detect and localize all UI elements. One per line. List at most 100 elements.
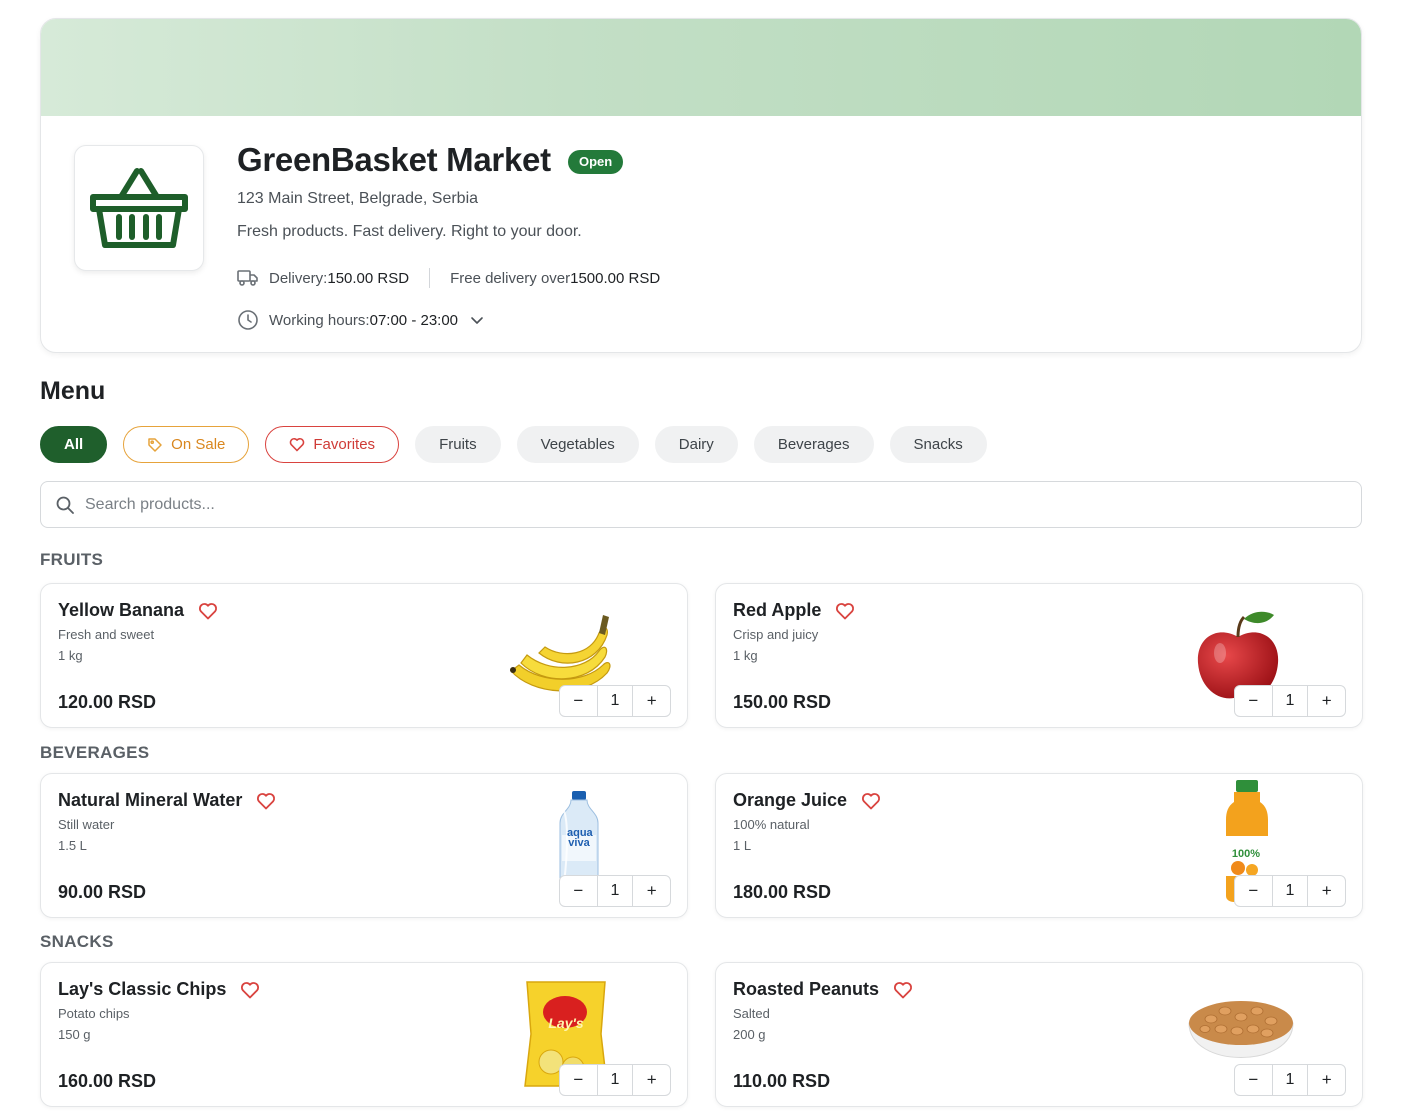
filter-snacks[interactable]: Snacks bbox=[889, 426, 987, 463]
product-card[interactable]: Yellow Banana Fresh and sweet 1 kg 120.0… bbox=[40, 583, 688, 728]
heart-outline-icon[interactable] bbox=[835, 602, 855, 620]
product-card[interactable]: Lay's Classic Chips Potato chips 150 g 1… bbox=[40, 962, 688, 1107]
filter-dairy[interactable]: Dairy bbox=[654, 426, 738, 463]
product-description: Salted bbox=[733, 1006, 770, 1021]
product-card[interactable]: Red Apple Crisp and juicy 1 kg 150.00 RS… bbox=[715, 583, 1363, 728]
decrement-button[interactable]: − bbox=[1235, 1065, 1272, 1095]
product-price: 160.00 RSD bbox=[58, 1071, 157, 1091]
filter-label: Fruits bbox=[439, 436, 477, 453]
product-card[interactable]: Roasted Peanuts Salted 200 g 110.00 RSD bbox=[715, 962, 1363, 1107]
increment-button[interactable]: + bbox=[633, 686, 670, 716]
product-description: Fresh and sweet bbox=[58, 627, 155, 642]
divider bbox=[429, 268, 431, 288]
quantity-value: 1 bbox=[596, 876, 634, 906]
delivery-info: Delivery: 150.00 RSD Free delivery over … bbox=[237, 268, 660, 288]
decrement-button[interactable]: − bbox=[560, 876, 597, 906]
product-quantity: 150 g bbox=[58, 1027, 91, 1042]
store-address: 123 Main Street, Belgrade, Serbia bbox=[237, 190, 479, 207]
filter-label: Beverages bbox=[777, 436, 850, 453]
tag-icon bbox=[147, 437, 163, 453]
quantity-stepper: − 1 + bbox=[559, 1064, 671, 1096]
quantity-value: 1 bbox=[1271, 1065, 1309, 1095]
free-delivery-threshold: 1500.00 RSD bbox=[570, 269, 661, 287]
product-name: Yellow Banana bbox=[58, 600, 185, 620]
product-name-row: Yellow Banana bbox=[58, 600, 218, 621]
product-description: Potato chips bbox=[58, 1006, 130, 1021]
increment-button[interactable]: + bbox=[1308, 1065, 1345, 1095]
product-name-row: Orange Juice bbox=[733, 790, 881, 811]
quantity-stepper: − 1 + bbox=[1234, 1064, 1346, 1096]
increment-button[interactable]: + bbox=[1308, 686, 1345, 716]
product-price: 180.00 RSD bbox=[733, 882, 832, 902]
product-description: 100% natural bbox=[733, 817, 810, 832]
clock-icon bbox=[237, 309, 259, 331]
search-icon bbox=[55, 495, 75, 515]
filter-label: Favorites bbox=[313, 436, 376, 453]
delivery-fee: 150.00 RSD bbox=[327, 269, 410, 287]
product-quantity: 200 g bbox=[733, 1027, 766, 1042]
decrement-button[interactable]: − bbox=[1235, 876, 1272, 906]
chevron-down-icon[interactable] bbox=[470, 315, 484, 325]
search-bar bbox=[40, 481, 1362, 528]
product-price: 110.00 RSD bbox=[733, 1071, 831, 1091]
quantity-value: 1 bbox=[1271, 876, 1309, 906]
increment-button[interactable]: + bbox=[633, 1065, 670, 1095]
filter-beverages[interactable]: Beverages bbox=[753, 426, 874, 463]
increment-button[interactable]: + bbox=[1308, 876, 1345, 906]
free-delivery-label: Free delivery over bbox=[450, 269, 571, 287]
filter-on-sale[interactable]: On Sale bbox=[123, 426, 250, 463]
filter-all[interactable]: All bbox=[40, 426, 108, 463]
working-hours[interactable]: Working hours: 07:00 - 23:00 bbox=[237, 309, 484, 331]
quantity-stepper: − 1 + bbox=[1234, 875, 1346, 907]
product-price: 150.00 RSD bbox=[733, 692, 832, 712]
filter-favorites[interactable]: Favorites bbox=[265, 426, 400, 463]
bottle-label: aqua viva bbox=[567, 827, 593, 849]
product-name: Red Apple bbox=[733, 600, 822, 620]
heart-outline-icon[interactable] bbox=[240, 981, 260, 999]
hours-value: 07:00 - 23:00 bbox=[369, 311, 459, 329]
filter-label: On Sale bbox=[171, 436, 226, 453]
product-name-row: Roasted Peanuts bbox=[733, 979, 913, 1000]
decrement-button[interactable]: − bbox=[1235, 686, 1272, 716]
product-name: Orange Juice bbox=[733, 790, 848, 810]
filter-label: Snacks bbox=[913, 436, 963, 453]
heart-icon bbox=[289, 437, 305, 452]
product-description: Crisp and juicy bbox=[733, 627, 819, 642]
decrement-button[interactable]: − bbox=[560, 686, 597, 716]
quantity-stepper: − 1 + bbox=[559, 875, 671, 907]
product-description: Still water bbox=[58, 817, 115, 832]
decrement-button[interactable]: − bbox=[560, 1065, 597, 1095]
product-card[interactable]: Orange Juice 100% natural 1 L 180.00 RSD… bbox=[715, 773, 1363, 918]
product-name-row: Red Apple bbox=[733, 600, 855, 621]
product-card[interactable]: Natural Mineral Water Still water 1.5 L … bbox=[40, 773, 688, 918]
bottle-label: 100% bbox=[1231, 848, 1261, 860]
filter-vegetables[interactable]: Vegetables bbox=[516, 426, 639, 463]
product-quantity: 1 kg bbox=[733, 648, 758, 663]
chips-brand-label: Lay's bbox=[548, 1015, 584, 1031]
filter-fruits[interactable]: Fruits bbox=[415, 426, 501, 463]
heart-outline-icon[interactable] bbox=[256, 792, 276, 810]
filter-label: Vegetables bbox=[540, 436, 615, 453]
truck-icon bbox=[237, 269, 259, 287]
store-tagline: Fresh products. Fast delivery. Right to … bbox=[237, 223, 582, 240]
store-header-card: GreenBasket Market Open 123 Main Street,… bbox=[40, 18, 1362, 353]
product-name: Roasted Peanuts bbox=[733, 979, 880, 999]
quantity-value: 1 bbox=[1271, 686, 1309, 716]
product-quantity: 1.5 L bbox=[58, 838, 87, 853]
search-input[interactable] bbox=[85, 495, 1285, 514]
delivery-label: Delivery: bbox=[269, 269, 328, 287]
status-badge: Open bbox=[568, 150, 624, 174]
increment-button[interactable]: + bbox=[633, 876, 670, 906]
store-banner bbox=[41, 19, 1361, 116]
product-price: 90.00 RSD bbox=[58, 882, 147, 902]
basket-icon bbox=[90, 168, 188, 248]
section-title-snacks: SNACKS bbox=[40, 932, 114, 951]
store-name: GreenBasket Market bbox=[237, 141, 551, 178]
quantity-stepper: − 1 + bbox=[1234, 685, 1346, 717]
heart-outline-icon[interactable] bbox=[198, 602, 218, 620]
heart-outline-icon[interactable] bbox=[861, 792, 881, 810]
product-quantity: 1 kg bbox=[58, 648, 83, 663]
quantity-stepper: − 1 + bbox=[559, 685, 671, 717]
quantity-value: 1 bbox=[596, 1065, 634, 1095]
heart-outline-icon[interactable] bbox=[893, 981, 913, 999]
